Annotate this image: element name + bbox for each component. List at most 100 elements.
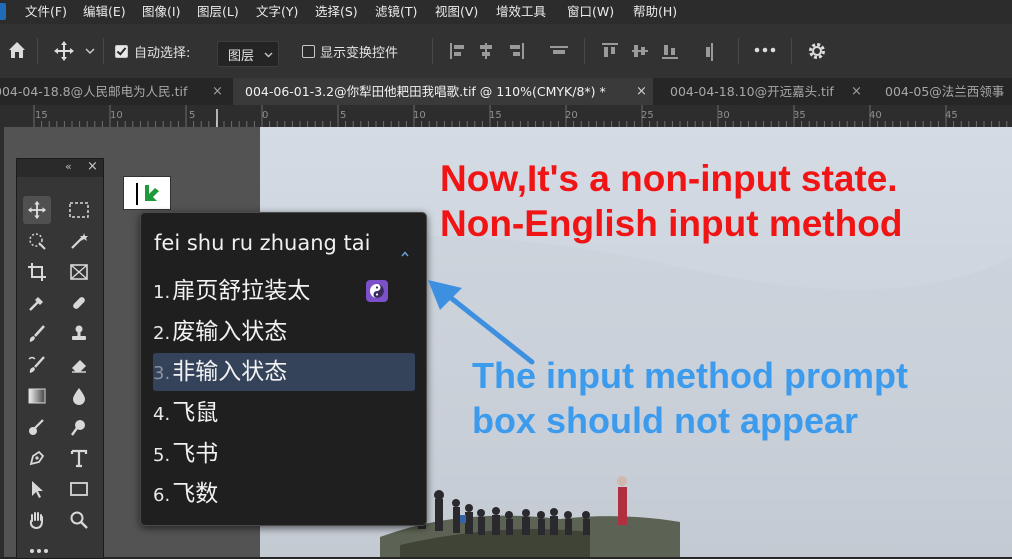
magic-wand-tool[interactable] <box>65 227 93 255</box>
gradient-tool[interactable] <box>23 382 51 410</box>
tab-document-1[interactable]: 004-04-18.8@人民邮电为人民.tif × <box>0 78 232 105</box>
align-bottom-icon[interactable] <box>660 41 680 61</box>
pen-nib-icon <box>29 419 44 435</box>
healing-brush-tool[interactable] <box>65 289 93 317</box>
ruler-label: 15 <box>489 110 502 121</box>
history-brush-tool[interactable] <box>23 351 51 379</box>
menu-type[interactable]: 文字(Y) <box>256 0 298 24</box>
menu-image[interactable]: 图像(I) <box>142 0 180 24</box>
candidate-text: 废输入状态 <box>172 319 288 345</box>
tab-document-3[interactable]: 004-04-18.10@开远嘉头.tif × <box>655 78 872 105</box>
ruler-label: 0 <box>262 110 269 121</box>
bandage-icon <box>73 297 85 309</box>
align-horizontal-center-icon[interactable] <box>476 41 496 61</box>
menu-help[interactable]: 帮助(H) <box>633 0 677 24</box>
ime-candidate[interactable]: 1.扉页舒拉装太 <box>153 272 415 310</box>
move-tool-icon <box>27 200 47 220</box>
rectangle-tool[interactable] <box>65 475 93 503</box>
ime-candidate[interactable]: 5.飞书 <box>153 435 415 473</box>
type-tool[interactable] <box>65 444 93 472</box>
distribute-vertical-icon[interactable] <box>702 41 722 63</box>
marquee-tool[interactable] <box>65 196 93 224</box>
more-options-icon[interactable] <box>754 47 776 53</box>
close-icon[interactable]: × <box>87 159 98 174</box>
droplet-icon <box>73 388 85 405</box>
stamp-icon <box>72 325 86 340</box>
candidate-number: 4. <box>153 404 171 425</box>
menu-layer[interactable]: 图层(L) <box>197 0 239 24</box>
rectangular-marquee-icon <box>69 202 89 218</box>
menu-plugins[interactable]: 增效工具 <box>496 0 546 24</box>
document-tab-bar: 004-04-18.8@人民邮电为人民.tif × 004-06-01-3.2@… <box>0 78 1012 105</box>
layer-select-dropdown[interactable]: 图层 <box>217 41 279 67</box>
tools-panel-header[interactable]: « × <box>17 159 103 177</box>
gear-icon[interactable] <box>807 41 827 61</box>
ime-candidate[interactable]: 4.飞鼠 <box>153 394 415 432</box>
frame-tool[interactable] <box>65 258 93 286</box>
object-selection-tool[interactable] <box>23 227 51 255</box>
move-tool[interactable] <box>23 196 51 224</box>
annotation-red-line-2: Non-English input method <box>440 203 903 244</box>
candidate-number: 2. <box>153 323 171 344</box>
move-tool-icon[interactable] <box>53 40 75 62</box>
menu-file[interactable]: 文件(F) <box>25 0 67 24</box>
sponge-tool[interactable] <box>65 413 93 441</box>
ruler-label: 30 <box>717 110 730 121</box>
menu-filter[interactable]: 滤镜(T) <box>375 0 417 24</box>
align-right-icon[interactable] <box>506 41 526 61</box>
tools-panel: « × <box>16 158 104 559</box>
dodge-tool[interactable] <box>23 413 51 441</box>
pen-tool[interactable] <box>23 444 51 472</box>
ime-candidate[interactable]: 2.废输入状态 <box>153 313 415 351</box>
tab-document-4[interactable]: 004-05@法兰西领事 <box>873 78 1012 105</box>
yin-yang-icon <box>366 280 388 302</box>
menu-bar: 文件(F) 编辑(E) 图像(I) 图层(L) 文字(Y) 选择(S) 滤镜(T… <box>0 0 1012 24</box>
close-icon[interactable]: × <box>212 78 223 105</box>
close-icon[interactable]: × <box>636 78 647 105</box>
annotation-red-line-1: Now,It's a non-input state. <box>440 158 898 199</box>
ime-candidate-highlighted[interactable]: 3.非输入状态 <box>153 353 415 391</box>
candidate-number: 3. <box>153 363 171 384</box>
align-left-icon[interactable] <box>448 41 468 61</box>
candidate-number: 6. <box>153 485 171 506</box>
layer-select-value: 图层 <box>228 49 255 64</box>
path-selection-tool[interactable] <box>23 475 51 503</box>
distribute-horizontal-icon[interactable] <box>548 41 570 61</box>
ruler-label: 45 <box>945 110 958 121</box>
menu-window[interactable]: 窗口(W) <box>567 0 614 24</box>
chevron-down-icon <box>264 52 273 58</box>
eyedropper-tool[interactable] <box>23 289 51 317</box>
menu-select[interactable]: 选择(S) <box>315 0 358 24</box>
ime-candidate[interactable]: 6.飞数 <box>153 475 415 513</box>
chevron-down-icon[interactable] <box>85 48 95 55</box>
more-tools-icon[interactable] <box>29 548 49 554</box>
close-icon[interactable]: × <box>851 78 862 105</box>
text-type-icon <box>70 449 88 468</box>
tab-document-2[interactable]: 004-06-01-3.2@你犁田他耙田我唱歌.tif @ 110%(CMYK/… <box>233 78 653 105</box>
show-transform-checkbox[interactable] <box>302 45 315 58</box>
brush-tool[interactable] <box>23 320 51 348</box>
align-top-icon[interactable] <box>600 41 620 61</box>
chevron-up-icon[interactable] <box>401 251 409 257</box>
menu-view[interactable]: 视图(V) <box>435 0 478 24</box>
collapse-icon[interactable]: « <box>65 160 72 173</box>
eraser-tool[interactable] <box>65 351 93 379</box>
show-transform-label: 显示变换控件 <box>320 46 399 61</box>
blur-tool[interactable] <box>65 382 93 410</box>
clone-stamp-tool[interactable] <box>65 320 93 348</box>
eraser-icon <box>72 360 86 373</box>
hand-tool[interactable] <box>23 506 51 534</box>
magnifier-icon <box>70 511 88 529</box>
ruler-label: 10 <box>413 110 426 121</box>
auto-select-checkbox[interactable] <box>115 45 128 58</box>
zoom-tool[interactable] <box>65 506 93 534</box>
menu-edit[interactable]: 编辑(E) <box>83 0 126 24</box>
candidate-text: 飞鼠 <box>172 400 219 426</box>
candidate-text: 非输入状态 <box>172 359 288 385</box>
home-icon[interactable] <box>7 40 27 60</box>
pen-icon <box>29 450 45 466</box>
align-vertical-center-icon[interactable] <box>630 41 650 61</box>
crop-tool[interactable] <box>23 258 51 286</box>
candidate-number: 5. <box>153 445 171 466</box>
candidate-text: 飞书 <box>172 441 219 467</box>
